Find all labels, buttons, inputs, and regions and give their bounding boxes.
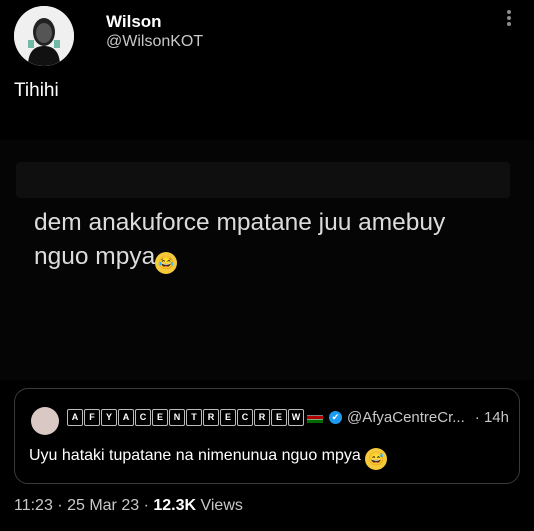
tweet-date[interactable]: 25 Mar 23 [67,497,139,514]
quoted-name-letter: A [118,409,134,426]
tweet-meta: 11:23 · 25 Mar 23 · 12.3K Views [14,497,243,515]
meta-separator: · [52,497,68,514]
quoted-name-letter: E [271,409,287,426]
quoted-tweet[interactable]: AFYACENTRECREW ✔ @AfyaCentreCr... · 14h … [14,388,520,484]
laughing-emoji-icon: 😂 [155,252,178,274]
quoted-text-body: Uyu hataki tupatane na nimenunua nguo mp… [29,447,361,464]
media-line-2: nguo mpya [34,243,156,270]
avatar-portrait-icon [14,6,74,66]
quoted-name-letter: A [67,409,83,426]
quoted-name-letter: F [84,409,100,426]
quoted-name-letter: R [254,409,270,426]
author-handle[interactable]: @WilsonKOT [106,32,203,52]
quoted-header: AFYACENTRECREW ✔ @AfyaCentreCr... · 14h [67,409,509,426]
author-info[interactable]: Wilson @WilsonKOT [106,12,203,52]
sweat-smile-emoji-icon: 😅 [365,448,388,470]
tweet-time[interactable]: 11:23 [14,497,53,514]
author-name[interactable]: Wilson [106,12,203,32]
meta-separator: · [139,497,154,514]
author-avatar[interactable] [14,6,74,66]
quoted-time[interactable]: · 14h [475,409,509,426]
quoted-name-letter: N [169,409,185,426]
views-label: Views [196,497,243,514]
tweet-media-image[interactable]: dem anakuforce mpatane juu amebuy nguo m… [0,140,534,380]
quoted-name-letter: Y [101,409,117,426]
kenya-flag-icon [307,412,323,423]
quoted-name-letter: C [135,409,151,426]
quoted-name-letter: E [152,409,168,426]
media-blurred-strip [16,162,510,198]
quoted-handle[interactable]: @AfyaCentreCr... [347,409,465,426]
quoted-name-letter: T [186,409,202,426]
more-options-icon[interactable] [502,8,516,30]
media-line-1: dem anakuforce mpatane juu amebuy [34,209,446,236]
verified-icon: ✔ [329,411,342,424]
quoted-name-letter: R [203,409,219,426]
tweet-text: Tihihi [14,80,59,101]
quoted-text: Uyu hataki tupatane na nimenunua nguo mp… [29,447,388,470]
views-count: 12.3K [153,497,197,514]
quoted-display-name[interactable]: AFYACENTRECREW [67,409,304,426]
media-caption: dem anakuforce mpatane juu amebuy nguo m… [34,206,514,274]
quoted-name-letter: E [220,409,236,426]
quoted-name-letter: C [237,409,253,426]
quoted-name-letter: W [288,409,304,426]
quoted-avatar[interactable] [31,407,59,435]
